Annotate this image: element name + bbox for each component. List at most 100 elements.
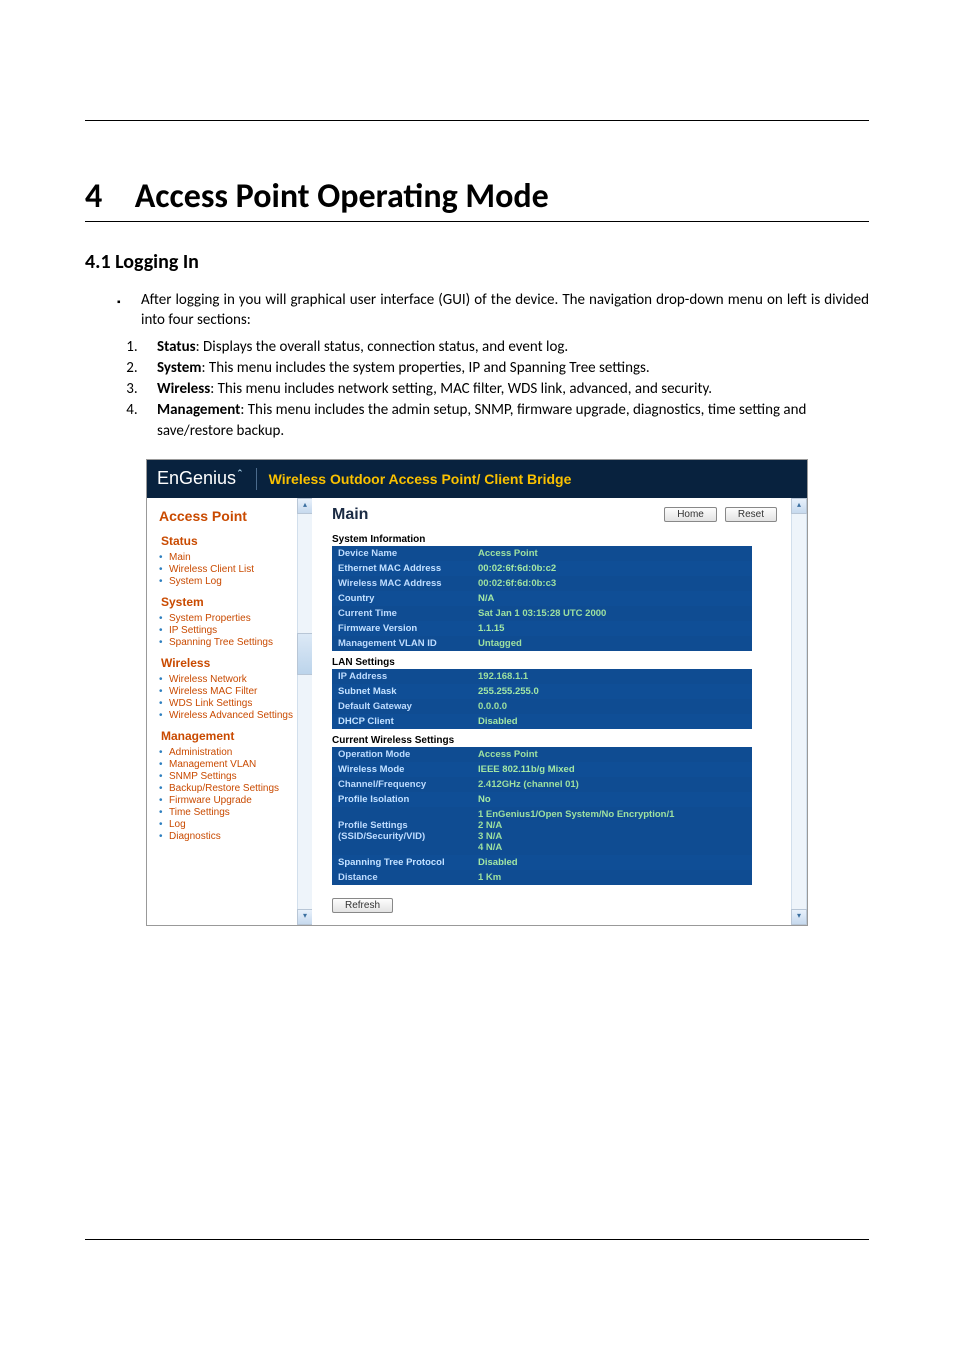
table-row: Spanning Tree ProtocolDisabled: [332, 855, 752, 870]
row-value: 1 Km: [472, 870, 752, 885]
sidebar-item[interactable]: Administration: [159, 747, 305, 758]
intro-text: After logging in you will graphical user…: [141, 290, 869, 331]
row-value: Access Point: [472, 747, 752, 762]
feature-desc: : This menu includes the admin setup, SN…: [157, 401, 806, 439]
row-value: Access Point: [472, 546, 752, 561]
table-row: Device NameAccess Point: [332, 546, 752, 561]
row-value: Disabled: [472, 714, 752, 729]
row-key: Operation Mode: [332, 747, 472, 762]
sidebar-item[interactable]: Wireless Client List: [159, 564, 305, 575]
main-panel: ▴ ▾ Main Home Reset System InformationDe…: [312, 498, 807, 925]
app-banner: EnGenius⌃ Wireless Outdoor Access Point/…: [147, 460, 807, 498]
sidebar-item[interactable]: System Log: [159, 576, 305, 587]
wifi-icon: ⌃: [236, 468, 244, 478]
row-value: N/A: [472, 591, 752, 606]
banner-divider: [256, 468, 257, 490]
sidebar-mode: Access Point: [159, 508, 305, 524]
feature-desc: : Displays the overall status, connectio…: [196, 338, 569, 356]
sidebar-item[interactable]: Wireless Network: [159, 674, 305, 685]
row-key: Spanning Tree Protocol: [332, 855, 472, 870]
sidebar-item[interactable]: IP Settings: [159, 625, 305, 636]
sidebar-item[interactable]: Log: [159, 819, 305, 830]
feature-item: System: This menu includes the system pr…: [141, 358, 869, 378]
row-key: IP Address: [332, 669, 472, 684]
sidebar-item[interactable]: Time Settings: [159, 807, 305, 818]
table-row: Ethernet MAC Address00:02:6f:6d:0b:c2: [332, 561, 752, 576]
row-value: IEEE 802.11b/g Mixed: [472, 762, 752, 777]
sidebar-scroll-up[interactable]: ▴: [297, 498, 313, 514]
heading-underline: [85, 221, 869, 222]
chapter-heading: 4 Access Point Operating Mode: [85, 176, 869, 217]
sidebar-item[interactable]: System Properties: [159, 613, 305, 624]
refresh-button[interactable]: Refresh: [332, 898, 393, 913]
feature-item: Status: Displays the overall status, con…: [141, 337, 869, 357]
row-value: Sat Jan 1 03:15:28 UTC 2000: [472, 606, 752, 621]
section-heading: 4.1 Logging In: [85, 250, 869, 274]
table-row: Current TimeSat Jan 1 03:15:28 UTC 2000: [332, 606, 752, 621]
info-table: IP Address192.168.1.1Subnet Mask255.255.…: [332, 669, 752, 729]
sidebar-scroll-track[interactable]: [297, 512, 313, 911]
row-value: 2.412GHz (channel 01): [472, 777, 752, 792]
sidebar-item[interactable]: Wireless Advanced Settings: [159, 710, 305, 721]
row-value: 0.0.0.0: [472, 699, 752, 714]
table-title: Current Wireless Settings: [332, 735, 799, 746]
feature-list: Status: Displays the overall status, con…: [85, 337, 869, 441]
table-row: Firmware Version1.1.15: [332, 621, 752, 636]
row-key: DHCP Client: [332, 714, 472, 729]
sidebar-scroll-down[interactable]: ▾: [297, 909, 313, 925]
embedded-screenshot: EnGenius⌃ Wireless Outdoor Access Point/…: [146, 459, 808, 926]
row-key: Device Name: [332, 546, 472, 561]
row-key: Wireless Mode: [332, 762, 472, 777]
brand-logo: EnGenius⌃: [157, 468, 244, 489]
table-title: LAN Settings: [332, 657, 799, 668]
sidebar: ▴ ▾ Access Point Status MainWireless Clie…: [147, 498, 312, 925]
row-key: Firmware Version: [332, 621, 472, 636]
main-scroll-down[interactable]: ▾: [791, 909, 807, 925]
sidebar-scroll-thumb[interactable]: [297, 633, 313, 675]
footer-rule: [85, 1239, 869, 1240]
sidebar-item[interactable]: SNMP Settings: [159, 771, 305, 782]
chapter-title: Access Point Operating Mode: [135, 176, 549, 217]
row-key: Default Gateway: [332, 699, 472, 714]
table-row: Channel/Frequency2.412GHz (channel 01): [332, 777, 752, 792]
sidebar-item[interactable]: Main: [159, 552, 305, 563]
feature-desc: : This menu includes the system properti…: [201, 359, 649, 377]
row-value: 255.255.255.0: [472, 684, 752, 699]
table-row: Operation ModeAccess Point: [332, 747, 752, 762]
row-key: Ethernet MAC Address: [332, 561, 472, 576]
sidebar-section-head: Status: [161, 534, 305, 548]
row-key: Profile Settings (SSID/Security/VID): [332, 807, 472, 855]
table-row: IP Address192.168.1.1: [332, 669, 752, 684]
sidebar-item[interactable]: Diagnostics: [159, 831, 305, 842]
table-row: CountryN/A: [332, 591, 752, 606]
row-value: Untagged: [472, 636, 752, 651]
row-key: Subnet Mask: [332, 684, 472, 699]
table-row: Management VLAN IDUntagged: [332, 636, 752, 651]
feature-term: System: [157, 359, 201, 377]
table-row: Wireless MAC Address00:02:6f:6d:0b:c3: [332, 576, 752, 591]
chapter-number: 4: [85, 176, 127, 217]
sidebar-item[interactable]: Spanning Tree Settings: [159, 637, 305, 648]
row-key: Management VLAN ID: [332, 636, 472, 651]
row-key: Country: [332, 591, 472, 606]
row-value: 192.168.1.1: [472, 669, 752, 684]
table-row: DHCP ClientDisabled: [332, 714, 752, 729]
home-button[interactable]: Home: [664, 507, 717, 522]
sidebar-item[interactable]: Firmware Upgrade: [159, 795, 305, 806]
reset-button[interactable]: Reset: [725, 507, 777, 522]
section-number: 4.1: [85, 250, 111, 274]
section-title: Logging In: [115, 250, 199, 274]
main-title: Main: [332, 506, 656, 524]
table-row: Subnet Mask255.255.255.0: [332, 684, 752, 699]
main-scroll-track[interactable]: [791, 512, 807, 911]
row-value: No: [472, 792, 752, 807]
row-key: Wireless MAC Address: [332, 576, 472, 591]
sidebar-item[interactable]: Wireless MAC Filter: [159, 686, 305, 697]
sidebar-item[interactable]: Backup/Restore Settings: [159, 783, 305, 794]
info-table: Device NameAccess PointEthernet MAC Addr…: [332, 546, 752, 651]
feature-term: Status: [157, 338, 196, 356]
main-scroll-up[interactable]: ▴: [791, 498, 807, 514]
banner-title: Wireless Outdoor Access Point/ Client Br…: [269, 471, 572, 487]
sidebar-item[interactable]: Management VLAN: [159, 759, 305, 770]
sidebar-item[interactable]: WDS Link Settings: [159, 698, 305, 709]
